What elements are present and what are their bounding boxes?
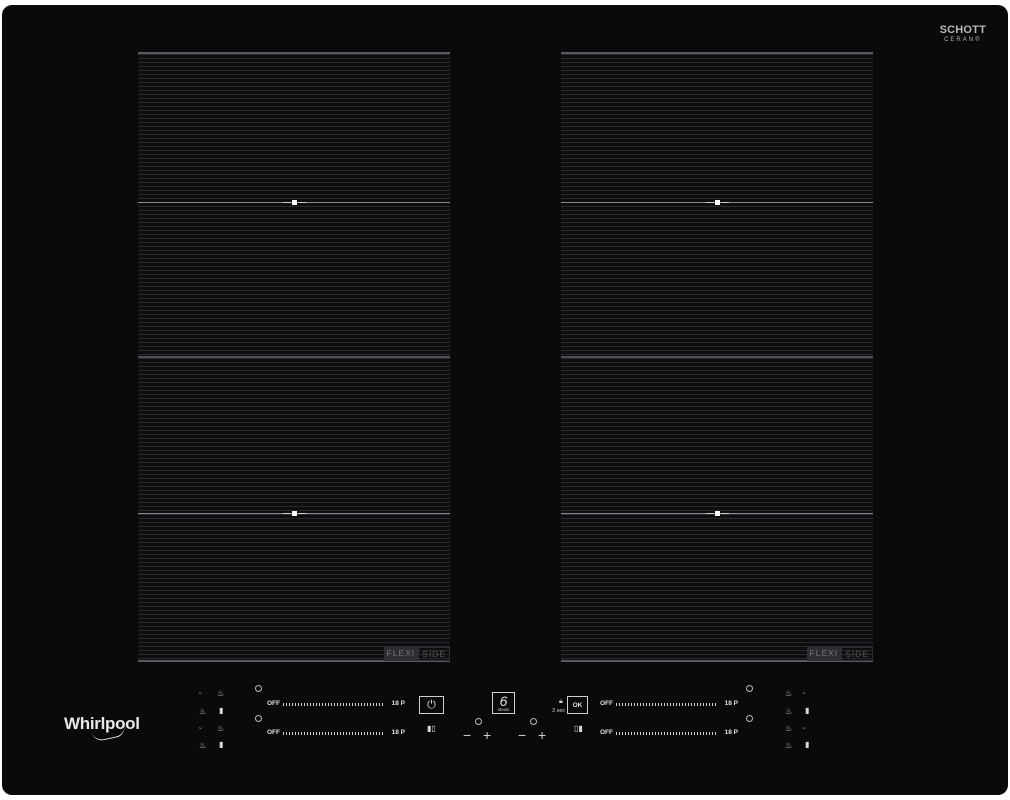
flexi-side-label-left: FLEXI SIDE [383, 647, 450, 661]
zone-marker-top-right [706, 200, 729, 205]
boil-icon-2[interactable]: ♨ [217, 725, 224, 733]
boil-icon-4[interactable]: ♨ [785, 725, 792, 733]
ok-button[interactable]: OK [567, 696, 588, 714]
power-button[interactable]: ⏻ [419, 696, 444, 714]
sixth-sense-button[interactable]: 6 SENSE [492, 692, 515, 714]
right-flexi-zone[interactable]: FLEXI SIDE [561, 52, 873, 662]
bridge-icon-4[interactable]: ▮ [805, 741, 809, 749]
melt-icon[interactable]: ⏑ [199, 690, 202, 698]
zone-marker-bottom-left [283, 511, 306, 516]
timer-icon-left-top[interactable] [255, 685, 262, 692]
timer-icon-center-right [530, 718, 537, 725]
simmer-icon-2[interactable]: ♨ [199, 742, 206, 750]
minus-button-left[interactable]: − [463, 728, 471, 742]
bridge-icon[interactable]: ▮ [219, 707, 223, 715]
timer-icon-right-top[interactable] [746, 685, 753, 692]
schott-ceran-logo: SCHOTT CERAN® [939, 24, 986, 44]
simmer-icon-3[interactable]: ♨ [785, 708, 792, 716]
timer-icon-right-bottom[interactable] [746, 715, 753, 722]
slider-left-top[interactable]: OFF 18 P [267, 699, 405, 709]
slider-right-bottom[interactable]: OFF 18 P [600, 728, 738, 738]
cooktop-glass: SCHOTT CERAN® FLEXI SIDE FLEXI SIDE Whir… [2, 5, 1008, 795]
lock-keys-icon[interactable]: ▮▯ [427, 725, 436, 733]
zone-divider-left [138, 356, 450, 358]
minus-button-right[interactable]: − [518, 728, 526, 742]
whirlpool-logo: Whirlpool [64, 714, 140, 743]
slider-right-top[interactable]: OFF 18 P [600, 699, 738, 709]
melt-icon-2[interactable]: ⏑ [199, 725, 202, 733]
boil-icon[interactable]: ♨ [217, 690, 224, 698]
simmer-icon[interactable]: ♨ [199, 708, 206, 716]
zone-marker-top-left [283, 200, 306, 205]
pause-icon[interactable]: ▯▮ [574, 725, 583, 733]
zone-marker-bottom-right [706, 511, 729, 516]
bridge-icon-2[interactable]: ▮ [219, 741, 223, 749]
hold-3-sec-label: 3 sec [552, 708, 566, 714]
left-flexi-zone[interactable]: FLEXI SIDE [138, 52, 450, 662]
plus-button-right[interactable]: + [538, 728, 546, 742]
melt-icon-4[interactable]: ⏑ [803, 725, 806, 733]
flexi-side-label-right: FLEXI SIDE [806, 647, 873, 661]
timer-icon-center-left [475, 718, 482, 725]
lock-icon: 🔒︎ [559, 698, 563, 705]
boil-icon-3[interactable]: ♨ [785, 690, 792, 698]
melt-icon-3[interactable]: ⏑ [803, 690, 806, 698]
zone-divider-right [561, 356, 873, 358]
power-icon: ⏻ [427, 698, 436, 711]
slider-left-bottom[interactable]: OFF 18 P [267, 728, 405, 738]
bridge-icon-3[interactable]: ▮ [805, 707, 809, 715]
simmer-icon-4[interactable]: ♨ [785, 742, 792, 750]
timer-icon-left-bottom[interactable] [255, 715, 262, 722]
plus-button-left[interactable]: + [483, 728, 491, 742]
